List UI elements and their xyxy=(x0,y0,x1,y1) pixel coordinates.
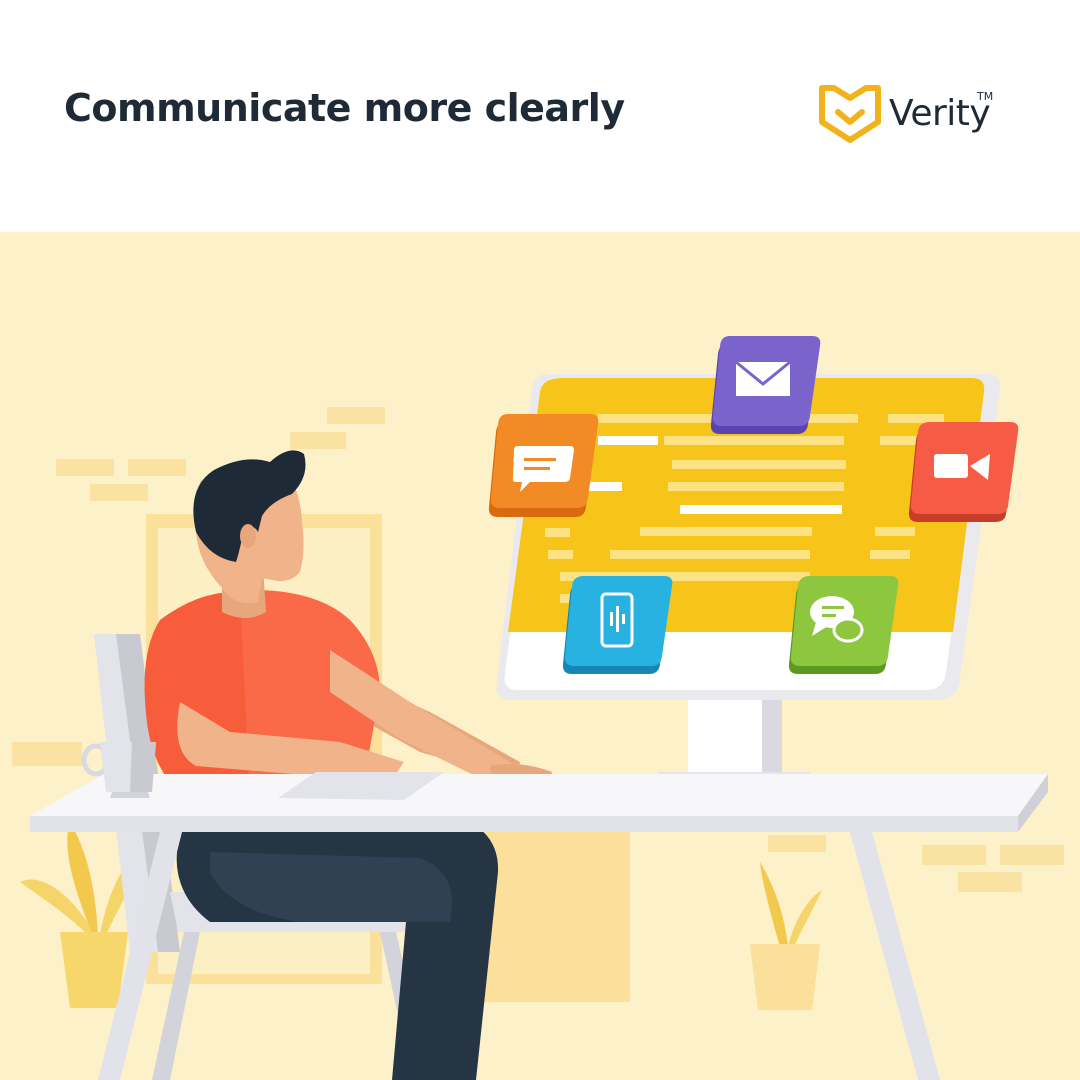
illustration-scene xyxy=(0,232,1080,1080)
headline: Communicate more clearly xyxy=(64,86,625,130)
video-icon xyxy=(908,422,1019,522)
header: Communicate more clearly Verity TM xyxy=(0,0,1080,232)
phone-audio-icon xyxy=(562,576,673,674)
chat-bubbles-icon xyxy=(788,576,899,674)
verity-shield-icon xyxy=(819,85,881,143)
brand-trademark: TM xyxy=(977,90,994,103)
brand-name: Verity xyxy=(889,93,991,134)
email-icon xyxy=(710,336,821,434)
message-icon xyxy=(488,414,599,517)
plant-right xyxy=(750,862,822,1010)
brand-logo: Verity TM xyxy=(818,82,1038,144)
